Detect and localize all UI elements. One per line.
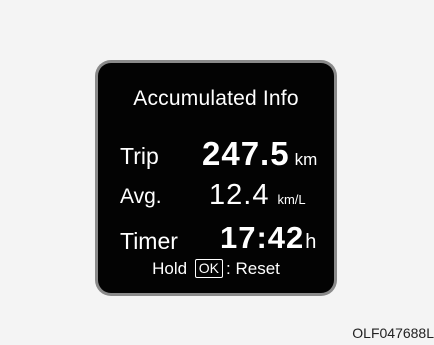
trip-readout: 247.5 km (202, 135, 317, 173)
reset-hint-suffix: : Reset (226, 259, 280, 278)
timer-label: Timer (120, 228, 178, 254)
average-value: 12.4 (209, 179, 270, 211)
figure-code: OLF047688L (352, 325, 434, 341)
trip-label: Trip (120, 143, 159, 169)
cluster-display-screen: Accumulated Info Trip 247.5 km Avg. 12.4 k… (98, 63, 334, 293)
ok-button-icon: OK (194, 259, 224, 278)
average-label: Avg. (120, 185, 162, 208)
average-unit: km/L (277, 192, 306, 207)
timer-readout: 17:42h (220, 220, 316, 256)
average-readout: 12.4 km/L (209, 179, 306, 212)
reset-hint-prefix: Hold (152, 259, 188, 278)
timer-unit: h (305, 231, 317, 253)
timer-value: 17:42 (220, 220, 305, 255)
trip-value: 247.5 (202, 135, 290, 172)
trip-unit: km (294, 150, 318, 169)
reset-hint: Hold OK: Reset (98, 259, 334, 279)
display-title: Accumulated Info (133, 87, 299, 110)
